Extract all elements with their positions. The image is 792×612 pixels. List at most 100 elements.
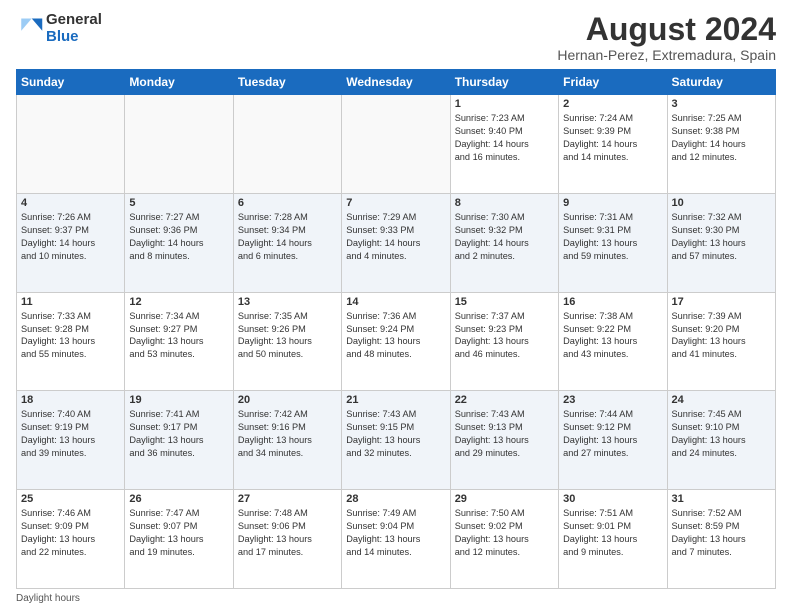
day-cell: 3 Sunrise: 7:25 AMSunset: 9:38 PMDaylight… <box>667 95 775 194</box>
day-cell <box>125 95 233 194</box>
day-cell: 29 Sunrise: 7:50 AMSunset: 9:02 PMDayligh… <box>450 490 558 589</box>
day-info: Sunrise: 7:45 AMSunset: 9:10 PMDaylight:… <box>672 408 771 460</box>
logo-text: General Blue <box>46 12 102 45</box>
day-info: Sunrise: 7:25 AMSunset: 9:38 PMDaylight:… <box>672 112 771 164</box>
day-info: Sunrise: 7:23 AMSunset: 9:40 PMDaylight:… <box>455 112 554 164</box>
day-info: Sunrise: 7:49 AMSunset: 9:04 PMDaylight:… <box>346 507 445 559</box>
day-number: 17 <box>672 296 771 308</box>
day-cell: 31 Sunrise: 7:52 AMSunset: 8:59 PMDayligh… <box>667 490 775 589</box>
calendar-body: 1 Sunrise: 7:23 AMSunset: 9:40 PMDaylight… <box>17 95 776 589</box>
day-number: 2 <box>563 98 662 110</box>
day-info: Sunrise: 7:43 AMSunset: 9:13 PMDaylight:… <box>455 408 554 460</box>
day-info: Sunrise: 7:40 AMSunset: 9:19 PMDaylight:… <box>21 408 120 460</box>
day-cell <box>233 95 341 194</box>
day-header-friday: Friday <box>559 70 667 95</box>
day-cell: 22Sunrise: 7:43 AMSunset: 9:13 PMDayligh… <box>450 391 558 490</box>
day-number: 14 <box>346 296 445 308</box>
day-cell: 8 Sunrise: 7:30 AMSunset: 9:32 PMDaylight… <box>450 193 558 292</box>
day-number: 9 <box>563 197 662 209</box>
day-number: 15 <box>455 296 554 308</box>
day-cell <box>17 95 125 194</box>
day-number: 16 <box>563 296 662 308</box>
header: General Blue August 2024 Hernan-Perez, E… <box>16 12 776 63</box>
subtitle: Hernan-Perez, Extremadura, Spain <box>557 47 776 63</box>
day-info: Sunrise: 7:28 AMSunset: 9:34 PMDaylight:… <box>238 211 337 263</box>
calendar-table: SundayMondayTuesdayWednesdayThursdayFrid… <box>16 69 776 589</box>
day-cell: 26Sunrise: 7:47 AMSunset: 9:07 PMDayligh… <box>125 490 233 589</box>
day-cell: 20Sunrise: 7:42 AMSunset: 9:16 PMDayligh… <box>233 391 341 490</box>
day-cell: 15Sunrise: 7:37 AMSunset: 9:23 PMDayligh… <box>450 292 558 391</box>
day-number: 24 <box>672 394 771 406</box>
day-info: Sunrise: 7:52 AMSunset: 8:59 PMDaylight:… <box>672 507 771 559</box>
day-header-saturday: Saturday <box>667 70 775 95</box>
day-number: 11 <box>21 296 120 308</box>
day-cell: 25Sunrise: 7:46 AMSunset: 9:09 PMDayligh… <box>17 490 125 589</box>
day-number: 3 <box>672 98 771 110</box>
day-number: 7 <box>346 197 445 209</box>
day-cell: 17 Sunrise: 7:39 AMSunset: 9:20 PMDayligh… <box>667 292 775 391</box>
day-number: 6 <box>238 197 337 209</box>
week-row-3: 18 Sunrise: 7:40 AMSunset: 9:19 PMDayligh… <box>17 391 776 490</box>
title-block: August 2024 Hernan-Perez, Extremadura, S… <box>557 12 776 63</box>
day-info: Sunrise: 7:34 AMSunset: 9:27 PMDaylight:… <box>129 310 228 362</box>
day-cell: 30 Sunrise: 7:51 AMSunset: 9:01 PMDayligh… <box>559 490 667 589</box>
day-cell: 23Sunrise: 7:44 AMSunset: 9:12 PMDayligh… <box>559 391 667 490</box>
day-number: 1 <box>455 98 554 110</box>
day-header-sunday: Sunday <box>17 70 125 95</box>
day-cell: 28 Sunrise: 7:49 AMSunset: 9:04 PMDayligh… <box>342 490 450 589</box>
day-info: Sunrise: 7:35 AMSunset: 9:26 PMDaylight:… <box>238 310 337 362</box>
day-number: 19 <box>129 394 228 406</box>
day-number: 4 <box>21 197 120 209</box>
day-info: Sunrise: 7:26 AMSunset: 9:37 PMDaylight:… <box>21 211 120 263</box>
day-number: 30 <box>563 493 662 505</box>
day-number: 20 <box>238 394 337 406</box>
day-cell <box>342 95 450 194</box>
week-row-2: 11 Sunrise: 7:33 AMSunset: 9:28 PMDayligh… <box>17 292 776 391</box>
day-number: 12 <box>129 296 228 308</box>
day-cell: 12 Sunrise: 7:34 AMSunset: 9:27 PMDayligh… <box>125 292 233 391</box>
footer-text: Daylight hours <box>16 593 80 604</box>
day-cell: 9 Sunrise: 7:31 AMSunset: 9:31 PMDaylight… <box>559 193 667 292</box>
day-header-wednesday: Wednesday <box>342 70 450 95</box>
day-number: 21 <box>346 394 445 406</box>
day-number: 26 <box>129 493 228 505</box>
day-number: 18 <box>21 394 120 406</box>
day-header-thursday: Thursday <box>450 70 558 95</box>
day-number: 8 <box>455 197 554 209</box>
day-cell: 14Sunrise: 7:36 AMSunset: 9:24 PMDayligh… <box>342 292 450 391</box>
day-cell: 11 Sunrise: 7:33 AMSunset: 9:28 PMDayligh… <box>17 292 125 391</box>
day-header-tuesday: Tuesday <box>233 70 341 95</box>
logo-general: General <box>46 12 102 29</box>
day-cell: 6 Sunrise: 7:28 AMSunset: 9:34 PMDaylight… <box>233 193 341 292</box>
day-info: Sunrise: 7:24 AMSunset: 9:39 PMDaylight:… <box>563 112 662 164</box>
day-cell: 24 Sunrise: 7:45 AMSunset: 9:10 PMDayligh… <box>667 391 775 490</box>
day-info: Sunrise: 7:50 AMSunset: 9:02 PMDaylight:… <box>455 507 554 559</box>
day-info: Sunrise: 7:51 AMSunset: 9:01 PMDaylight:… <box>563 507 662 559</box>
header-row: SundayMondayTuesdayWednesdayThursdayFrid… <box>17 70 776 95</box>
day-info: Sunrise: 7:32 AMSunset: 9:30 PMDaylight:… <box>672 211 771 263</box>
day-cell: 16Sunrise: 7:38 AMSunset: 9:22 PMDayligh… <box>559 292 667 391</box>
day-number: 31 <box>672 493 771 505</box>
day-info: Sunrise: 7:39 AMSunset: 9:20 PMDaylight:… <box>672 310 771 362</box>
day-cell: 7 Sunrise: 7:29 AMSunset: 9:33 PMDaylight… <box>342 193 450 292</box>
day-info: Sunrise: 7:29 AMSunset: 9:33 PMDaylight:… <box>346 211 445 263</box>
day-number: 28 <box>346 493 445 505</box>
day-number: 13 <box>238 296 337 308</box>
day-cell: 18 Sunrise: 7:40 AMSunset: 9:19 PMDayligh… <box>17 391 125 490</box>
day-info: Sunrise: 7:44 AMSunset: 9:12 PMDaylight:… <box>563 408 662 460</box>
day-info: Sunrise: 7:30 AMSunset: 9:32 PMDaylight:… <box>455 211 554 263</box>
logo: General Blue <box>16 12 102 45</box>
footer-note: Daylight hours <box>16 593 776 604</box>
day-cell: 1 Sunrise: 7:23 AMSunset: 9:40 PMDaylight… <box>450 95 558 194</box>
day-info: Sunrise: 7:31 AMSunset: 9:31 PMDaylight:… <box>563 211 662 263</box>
day-cell: 13 Sunrise: 7:35 AMSunset: 9:26 PMDayligh… <box>233 292 341 391</box>
day-info: Sunrise: 7:43 AMSunset: 9:15 PMDaylight:… <box>346 408 445 460</box>
day-number: 5 <box>129 197 228 209</box>
day-number: 29 <box>455 493 554 505</box>
day-info: Sunrise: 7:33 AMSunset: 9:28 PMDaylight:… <box>21 310 120 362</box>
day-number: 27 <box>238 493 337 505</box>
calendar-header: SundayMondayTuesdayWednesdayThursdayFrid… <box>17 70 776 95</box>
day-cell: 2 Sunrise: 7:24 AMSunset: 9:39 PMDaylight… <box>559 95 667 194</box>
main-title: August 2024 <box>557 12 776 47</box>
day-header-monday: Monday <box>125 70 233 95</box>
